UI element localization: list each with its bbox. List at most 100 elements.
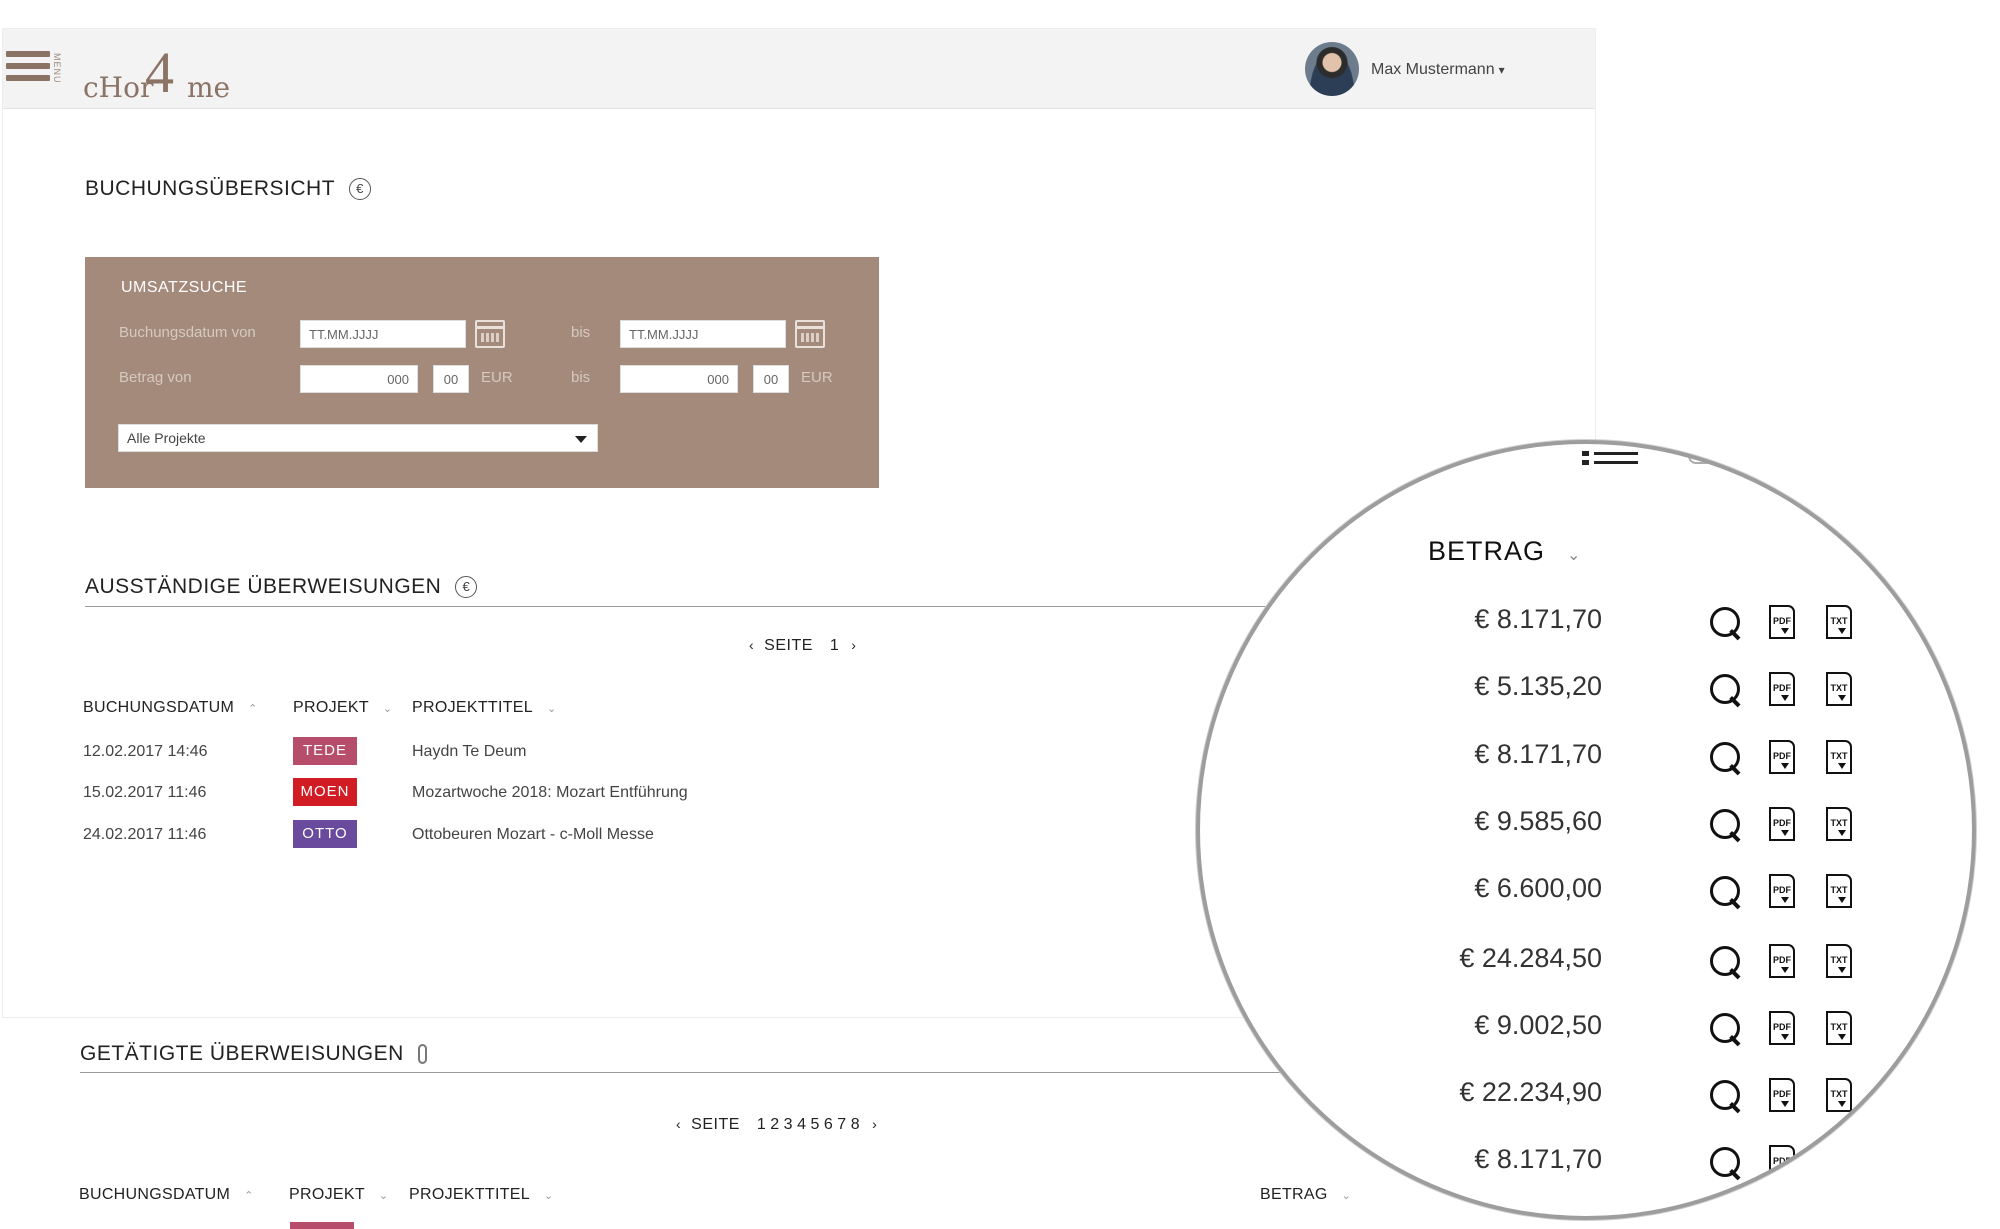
amount-value: € 9.002,50 bbox=[1474, 1010, 1602, 1040]
pdf-download-icon[interactable]: PDF bbox=[1769, 807, 1795, 841]
page-link[interactable]: 2 bbox=[770, 1116, 779, 1133]
amount-value: € 22.234,90 bbox=[1459, 1077, 1602, 1107]
completed-pager: ‹ SEITE 1 2 3 4 5 6 7 8 › bbox=[666, 1116, 887, 1134]
amount-value: € 9.585,60 bbox=[1474, 806, 1602, 836]
search-icon[interactable] bbox=[1710, 607, 1742, 639]
search-icon[interactable] bbox=[1710, 742, 1742, 774]
date-to-input[interactable]: TT.MM.JJJJ bbox=[620, 320, 786, 348]
pdf-download-icon[interactable]: PDF bbox=[1769, 740, 1795, 774]
search-icon[interactable] bbox=[1710, 946, 1742, 978]
calendar-icon[interactable] bbox=[795, 320, 825, 348]
project-select[interactable]: Alle Projekte bbox=[118, 424, 598, 452]
pdf-download-icon[interactable]: PDF bbox=[1769, 1011, 1795, 1045]
page-link[interactable]: 1 bbox=[830, 637, 839, 654]
menu-label: MENU bbox=[52, 53, 62, 84]
txt-download-icon[interactable]: TXT bbox=[1826, 672, 1852, 706]
page-link[interactable]: 5 bbox=[810, 1116, 819, 1133]
amount-to-dec-input[interactable]: 00 bbox=[753, 365, 789, 393]
col-header-amount[interactable]: BETRAG ⌄ bbox=[1260, 1186, 1351, 1204]
caret-down-icon bbox=[575, 436, 587, 443]
euro-icon: € bbox=[455, 576, 478, 599]
row-title: Mozartwoche 2018: Mozart Entführung bbox=[412, 784, 688, 801]
paperclip-icon bbox=[417, 1044, 427, 1065]
row-title: Haydn Te Deum bbox=[412, 743, 527, 760]
date-from-label: Buchungsdatum von bbox=[119, 324, 256, 341]
search-icon[interactable] bbox=[1710, 1147, 1742, 1179]
page-link[interactable]: 6 bbox=[824, 1116, 833, 1133]
pdf-download-icon[interactable]: PDF bbox=[1769, 874, 1795, 908]
amount-column-header[interactable]: BETRAG ⌄ bbox=[1428, 536, 1581, 567]
col-header-date[interactable]: BUCHUNGSDATUM ⌃ bbox=[79, 1186, 254, 1204]
col-header-title[interactable]: PROJEKTTITEL ⌄ bbox=[412, 699, 556, 717]
amount-to-label: bis bbox=[571, 369, 591, 386]
row-title: Ottobeuren Mozart - c-Moll Messe bbox=[412, 826, 654, 843]
chevron-left-icon[interactable]: ‹ bbox=[749, 637, 754, 653]
page-link[interactable]: 1 bbox=[757, 1116, 766, 1133]
page-title-text: BUCHUNGSÜBERSICHT bbox=[85, 177, 336, 200]
avatar[interactable] bbox=[1305, 42, 1359, 96]
logo-text-me: me bbox=[187, 71, 231, 104]
txt-download-icon[interactable]: TXT bbox=[1826, 874, 1852, 908]
txt-download-icon[interactable]: TXT bbox=[1826, 944, 1852, 978]
sort-up-icon: ⌃ bbox=[248, 703, 258, 715]
outstanding-title: AUSSTÄNDIGE ÜBERWEISUNGEN € bbox=[85, 575, 478, 599]
amount-from-int-input[interactable]: 000 bbox=[300, 365, 418, 393]
page-link[interactable]: 3 bbox=[784, 1116, 793, 1133]
pdf-download-icon[interactable]: PDF bbox=[1769, 605, 1795, 639]
list-view-icon[interactable] bbox=[1582, 451, 1640, 467]
page-link[interactable]: 7 bbox=[837, 1116, 846, 1133]
txt-download-icon[interactable]: TXT bbox=[1826, 740, 1852, 774]
search-icon[interactable] bbox=[1710, 674, 1742, 706]
amount-value: € 24.284,50 bbox=[1459, 943, 1602, 973]
top-header: MENU cHor 4 me Max Mustermann ▾ bbox=[3, 29, 1595, 109]
project-tag[interactable]: OTTO bbox=[293, 820, 357, 848]
txt-download-icon[interactable]: TXT bbox=[1826, 807, 1852, 841]
txt-download-icon[interactable]: TXT bbox=[1826, 1011, 1852, 1045]
pdf-download-icon[interactable]: PDF bbox=[1769, 1078, 1795, 1112]
chevron-right-icon[interactable]: › bbox=[851, 637, 856, 653]
row-date: 12.02.2017 14:46 bbox=[83, 743, 208, 760]
project-tag[interactable]: MOEN bbox=[293, 778, 357, 806]
amount-value: € 5.135,20 bbox=[1474, 671, 1602, 701]
amount-value: € 8.171,70 bbox=[1474, 1144, 1602, 1174]
pdf-download-icon[interactable]: PDF bbox=[1769, 1145, 1795, 1179]
project-tag[interactable]: TEDE bbox=[293, 737, 357, 765]
amount-from-dec-input[interactable]: 00 bbox=[433, 365, 469, 393]
amount-from-label: Betrag von bbox=[119, 369, 192, 386]
col-header-project[interactable]: PROJEKT ⌄ bbox=[293, 699, 392, 717]
search-icon[interactable] bbox=[1710, 1013, 1742, 1045]
page-link[interactable]: 4 bbox=[797, 1116, 806, 1133]
search-title: UMSATZSUCHE bbox=[121, 279, 248, 296]
amount-value: € 8.171,70 bbox=[1474, 739, 1602, 769]
project-tag-partial bbox=[290, 1222, 354, 1229]
col-header-project[interactable]: PROJEKT ⌄ bbox=[289, 1186, 388, 1204]
search-icon[interactable] bbox=[1710, 1080, 1742, 1112]
search-icon[interactable] bbox=[1710, 809, 1742, 841]
calendar-icon[interactable] bbox=[475, 320, 505, 348]
col-header-title[interactable]: PROJEKTTITEL ⌄ bbox=[409, 1186, 553, 1204]
col-header-date[interactable]: BUCHUNGSDATUM ⌃ bbox=[83, 699, 258, 717]
txt-download-icon[interactable]: TXT bbox=[1826, 1078, 1852, 1112]
outstanding-pager: ‹ SEITE 1 › bbox=[739, 637, 866, 655]
currency-label: EUR bbox=[801, 369, 833, 386]
page-link[interactable]: 8 bbox=[851, 1116, 860, 1133]
sort-down-icon: ⌄ bbox=[546, 703, 557, 715]
amount-value: € 8.171,70 bbox=[1474, 604, 1602, 634]
menu-icon[interactable] bbox=[6, 51, 50, 87]
date-from-input[interactable]: TT.MM.JJJJ bbox=[300, 320, 466, 348]
pager-label: SEITE bbox=[691, 1116, 740, 1133]
chevron-left-icon[interactable]: ‹ bbox=[676, 1116, 681, 1132]
user-menu[interactable]: Max Mustermann ▾ bbox=[1371, 61, 1505, 79]
search-icon[interactable] bbox=[1710, 876, 1742, 908]
pdf-download-icon[interactable]: PDF bbox=[1769, 944, 1795, 978]
page-title: BUCHUNGSÜBERSICHT € bbox=[85, 177, 372, 201]
sort-down-icon: ⌄ bbox=[378, 1190, 389, 1202]
pdf-download-icon[interactable]: PDF bbox=[1769, 672, 1795, 706]
txt-download-icon[interactable]: TXT bbox=[1826, 605, 1852, 639]
completed-title: GETÄTIGTE ÜBERWEISUNGEN bbox=[80, 1042, 427, 1066]
amount-to-int-input[interactable]: 000 bbox=[620, 365, 738, 393]
search-panel: UMSATZSUCHE Buchungsdatum von TT.MM.JJJJ… bbox=[85, 257, 879, 488]
sort-down-icon: ⌄ bbox=[1341, 1190, 1352, 1202]
logo-text-4: 4 bbox=[145, 40, 174, 105]
chevron-right-icon[interactable]: › bbox=[872, 1116, 877, 1132]
